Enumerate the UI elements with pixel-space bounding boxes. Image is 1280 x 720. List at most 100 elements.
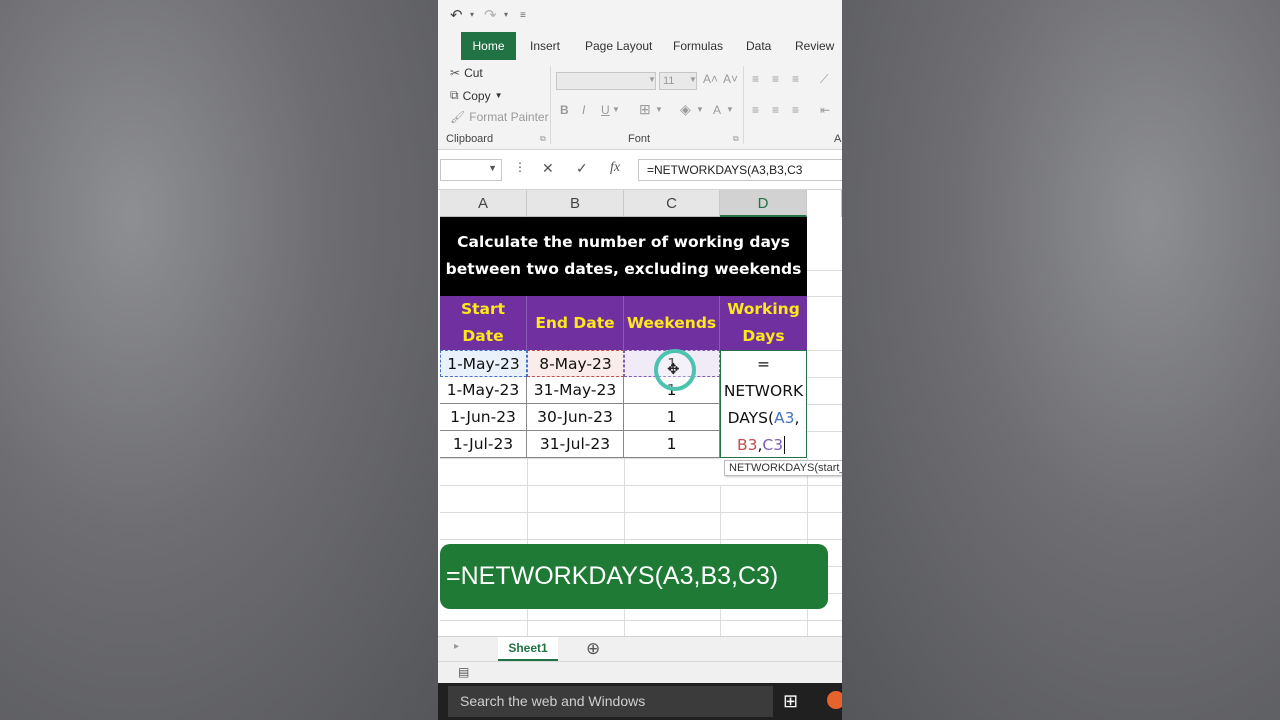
macro-record-icon[interactable]: ▤ bbox=[458, 665, 469, 679]
header-end-date[interactable]: End Date bbox=[527, 296, 624, 350]
cell-b6[interactable]: 31-Jul-23 bbox=[527, 431, 624, 458]
orientation-icon[interactable]: ⟋ bbox=[820, 72, 828, 87]
cut-label: Cut bbox=[464, 66, 483, 80]
name-box-dropdown-icon[interactable]: ▼ bbox=[488, 163, 497, 173]
font-color-dropdown-icon[interactable]: ▼ bbox=[726, 105, 734, 114]
column-header-c[interactable]: C bbox=[624, 190, 720, 217]
sheet-tab-sheet1[interactable]: Sheet1 bbox=[498, 637, 558, 661]
scroll-sheets-icon[interactable]: ▸ bbox=[454, 641, 459, 652]
cell-b3[interactable]: 8-May-23 bbox=[527, 350, 624, 377]
formula-bar: ▼ ⋮ ✕ ✓ fx =NETWORKDAYS(A3,B3,C3 bbox=[438, 150, 842, 190]
ribbon-home: ✂ Cut ⧉ Copy ▼ 🖌 Format Painter Clipboar… bbox=[438, 60, 842, 150]
add-sheet-icon[interactable]: ⊕ bbox=[586, 639, 600, 659]
tab-review[interactable]: Review bbox=[787, 32, 842, 60]
align-left-icon[interactable]: ≡ bbox=[752, 103, 759, 117]
undo-dropdown-icon[interactable]: ▾ bbox=[470, 10, 474, 19]
fill-dropdown-icon[interactable]: ▼ bbox=[696, 105, 704, 114]
gridline bbox=[807, 404, 842, 405]
sheet-tab-bar: ▸ Sheet1 ⊕ bbox=[438, 636, 842, 661]
spreadsheet-grid: A B C D Calculate the number of working … bbox=[440, 190, 842, 636]
cell-a5[interactable]: 1-Jun-23 bbox=[440, 404, 527, 431]
copy-button[interactable]: ⧉ Copy ▼ bbox=[450, 88, 503, 103]
cell-a4[interactable]: 1-May-23 bbox=[440, 377, 527, 404]
cell-a3[interactable]: 1-May-23 bbox=[440, 350, 527, 377]
bold-button[interactable]: B bbox=[560, 103, 569, 117]
cancel-icon[interactable]: ✕ bbox=[542, 160, 554, 177]
column-header-b[interactable]: B bbox=[527, 190, 624, 217]
align-middle-icon[interactable]: ≡ bbox=[772, 72, 779, 86]
tab-data[interactable]: Data bbox=[738, 32, 779, 60]
gridline bbox=[440, 512, 842, 513]
redo-icon[interactable]: ↷ bbox=[484, 6, 497, 24]
undo-icon[interactable]: ↶ bbox=[450, 6, 463, 24]
cell-b4[interactable]: 31-May-23 bbox=[527, 377, 624, 404]
gridline bbox=[807, 296, 842, 297]
align-right-icon[interactable]: ≡ bbox=[792, 103, 799, 117]
copy-dropdown-icon[interactable]: ▼ bbox=[495, 91, 503, 100]
ribbon-separator bbox=[550, 66, 551, 144]
cell-b5[interactable]: 30-Jun-23 bbox=[527, 404, 624, 431]
paintbrush-icon: 🖌 bbox=[450, 110, 466, 124]
column-header-a[interactable]: A bbox=[440, 190, 527, 217]
header-weekends[interactable]: Weekends bbox=[624, 296, 720, 350]
underline-dropdown-icon[interactable]: ▼ bbox=[612, 105, 620, 114]
tab-insert[interactable]: Insert bbox=[522, 32, 568, 60]
decrease-font-icon[interactable]: A˅ bbox=[723, 72, 738, 86]
formula-ref-c3: C3 bbox=[762, 436, 784, 454]
font-name-box[interactable] bbox=[556, 72, 656, 90]
function-tooltip: NETWORKDAYS(start_date bbox=[724, 460, 842, 476]
cell-a6[interactable]: 1-Jul-23 bbox=[440, 431, 527, 458]
formula-line-4: B3,C3 bbox=[721, 432, 806, 459]
borders-icon[interactable]: ⊞ bbox=[639, 101, 651, 118]
ribbon-tabs: Home Insert Page Layout Formulas Data Re… bbox=[438, 32, 842, 60]
formula-ref-b3: B3 bbox=[736, 436, 758, 454]
title-cell[interactable]: Calculate the number of working days bet… bbox=[440, 217, 807, 296]
cut-button[interactable]: ✂ Cut bbox=[450, 66, 483, 80]
formula-input[interactable]: =NETWORKDAYS(A3,B3,C3 bbox=[638, 159, 842, 181]
italic-button[interactable]: I bbox=[582, 103, 585, 117]
font-color-icon[interactable]: A bbox=[713, 103, 721, 117]
font-size-dropdown-icon[interactable]: ▼ bbox=[689, 75, 697, 84]
insert-function-icon[interactable]: fx bbox=[610, 160, 620, 176]
increase-font-icon[interactable]: A˄ bbox=[703, 72, 718, 86]
align-bottom-icon[interactable]: ≡ bbox=[792, 72, 799, 86]
copy-label: Copy bbox=[462, 88, 491, 103]
cell-c6[interactable]: 1 bbox=[624, 431, 720, 458]
align-top-icon[interactable]: ≡ bbox=[752, 72, 759, 86]
font-launcher-icon[interactable]: ⧉ bbox=[733, 134, 739, 144]
quick-access-toolbar: ↶ ▾ ↷ ▾ ≡ bbox=[438, 0, 842, 32]
alignment-group-label: A bbox=[834, 133, 842, 145]
taskbar-search-input[interactable]: Search the web and Windows bbox=[448, 686, 773, 717]
font-group-label: Font bbox=[628, 133, 651, 145]
borders-dropdown-icon[interactable]: ▼ bbox=[655, 105, 663, 114]
header-working-line2: Days bbox=[742, 327, 785, 345]
tab-page-layout[interactable]: Page Layout bbox=[577, 32, 660, 60]
browser-icon[interactable] bbox=[827, 691, 842, 709]
fill-color-icon[interactable]: ◈ bbox=[680, 101, 691, 118]
cell-d3-editing[interactable]: = NETWORK DAYS(A3, B3,C3 bbox=[720, 350, 807, 458]
clipboard-launcher-icon[interactable]: ⧉ bbox=[540, 134, 546, 144]
title-line-1: Calculate the number of working days bbox=[457, 233, 790, 251]
font-name-dropdown-icon[interactable]: ▼ bbox=[648, 75, 656, 84]
header-start-date[interactable]: Start Date bbox=[440, 296, 527, 350]
name-box[interactable]: ▼ bbox=[440, 159, 502, 181]
underline-button[interactable]: U bbox=[601, 103, 610, 117]
tab-home[interactable]: Home bbox=[461, 32, 516, 60]
column-header-d[interactable]: D bbox=[720, 190, 807, 217]
header-working-days[interactable]: Working Days bbox=[720, 296, 807, 350]
gridline bbox=[807, 270, 842, 271]
align-center-icon[interactable]: ≡ bbox=[772, 103, 779, 117]
ribbon-separator bbox=[743, 66, 744, 144]
enter-icon[interactable]: ✓ bbox=[576, 160, 588, 177]
redo-dropdown-icon[interactable]: ▾ bbox=[504, 10, 508, 19]
cell-c5[interactable]: 1 bbox=[624, 404, 720, 431]
format-painter-button[interactable]: 🖌 Format Painter bbox=[450, 110, 549, 124]
tab-formulas[interactable]: Formulas bbox=[665, 32, 731, 60]
excel-window: ↶ ▾ ↷ ▾ ≡ Home Insert Page Layout Formul… bbox=[438, 0, 842, 720]
customize-icon[interactable]: ≡ bbox=[520, 10, 526, 21]
store-icon[interactable]: ⊞ bbox=[783, 691, 798, 712]
header-working-line1: Working bbox=[727, 300, 800, 318]
decrease-indent-icon[interactable]: ⇤ bbox=[820, 103, 830, 117]
gridline bbox=[807, 350, 842, 351]
column-header-e bbox=[807, 190, 842, 217]
